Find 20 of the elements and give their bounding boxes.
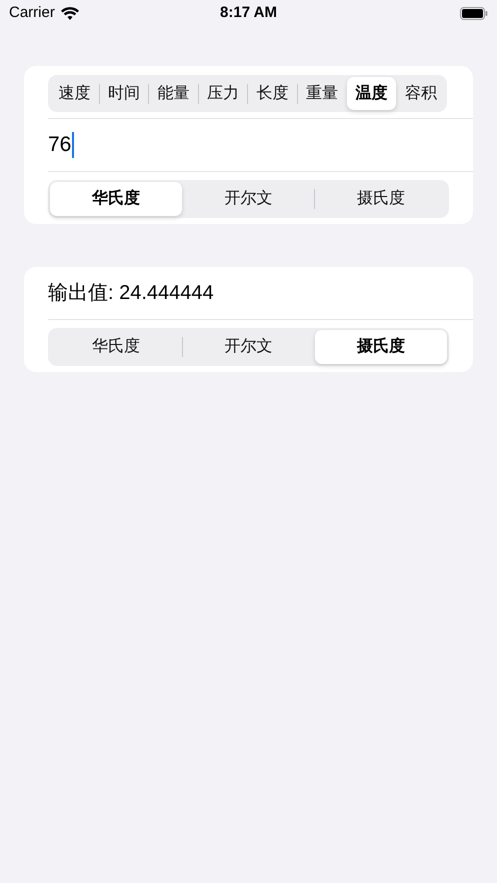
segment-tab[interactable]: 开尔文 <box>182 330 314 364</box>
output-value: 输出值: 24.444444 <box>48 281 214 306</box>
value-input-field[interactable]: 76 <box>48 119 473 171</box>
carrier-label: Carrier <box>9 2 55 23</box>
segment-tab[interactable]: 摄氏度 <box>315 330 448 364</box>
segment-tab[interactable]: 温度 <box>347 77 396 110</box>
segment-tab[interactable]: 长度 <box>248 77 296 110</box>
segment-tab[interactable]: 压力 <box>198 77 247 110</box>
segment-tab[interactable]: 华氏度 <box>50 330 182 364</box>
segment-tab[interactable]: 速度 <box>50 77 98 110</box>
segment-tab[interactable]: 能量 <box>149 77 198 110</box>
segment-tab[interactable]: 华氏度 <box>50 182 182 216</box>
segment-tab[interactable]: 摄氏度 <box>315 182 448 216</box>
clock-time: 8:17 AM <box>220 2 277 23</box>
battery-icon <box>460 6 488 20</box>
segment-tab[interactable]: 开尔文 <box>182 182 314 216</box>
segment-tab[interactable]: 时间 <box>100 77 148 110</box>
segment-tab[interactable]: 重量 <box>298 77 346 110</box>
segment-tab[interactable]: 容积 <box>396 77 445 110</box>
wifi-icon <box>60 6 79 20</box>
